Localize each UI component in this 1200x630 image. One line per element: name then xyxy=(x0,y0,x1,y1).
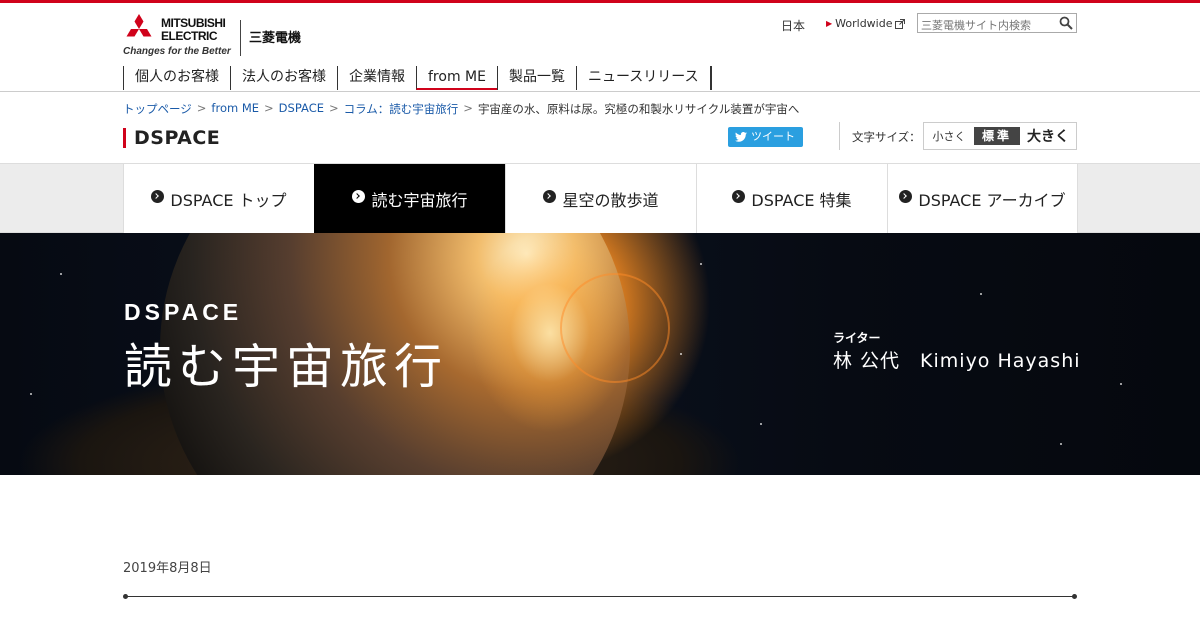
japan-link[interactable]: 日本 xyxy=(781,17,805,34)
logo-text-line2: ELECTRIC xyxy=(161,29,218,43)
star xyxy=(760,423,762,425)
star xyxy=(1120,383,1122,385)
gnav-item-from-me[interactable]: from ME xyxy=(416,66,497,90)
worldwide-label: Worldwide xyxy=(835,17,893,30)
breadcrumb: トップページ > from ME > DSPACE > コラム：読む宇宙旅行 >… xyxy=(123,101,799,117)
header-divider xyxy=(0,91,1200,92)
font-large-button[interactable]: 大きく xyxy=(1020,126,1076,146)
subnav-label: DSPACE アーカイブ xyxy=(918,190,1066,210)
writer-label: ライター xyxy=(833,331,881,345)
worldwide-link[interactable]: ▶ Worldwide xyxy=(826,17,906,30)
search-icon[interactable] xyxy=(1059,16,1073,30)
logo-text-line1: MITSUBISHI xyxy=(161,16,226,30)
chevron-circle-icon xyxy=(151,190,165,203)
three-diamonds-icon xyxy=(126,14,152,37)
breadcrumb-from-me[interactable]: from ME xyxy=(211,101,259,117)
breadcrumb-column[interactable]: コラム：読む宇宙旅行 xyxy=(344,101,459,117)
chevron-circle-icon xyxy=(899,190,913,203)
star xyxy=(1060,443,1062,445)
subnav-label: 星空の散歩道 xyxy=(562,190,659,210)
star xyxy=(680,353,682,355)
writer-name: 林 公代 Kimiyo Hayashi xyxy=(833,350,1081,372)
gnav-end-divider xyxy=(709,66,712,90)
subnav-item-space-travel[interactable]: 読む宇宙旅行 xyxy=(314,164,505,233)
subnav-label: DSPACE トップ xyxy=(170,190,287,210)
font-standard-button[interactable]: 標準 xyxy=(974,127,1020,145)
subnav-item-dspace-top[interactable]: DSPACE トップ xyxy=(123,164,314,233)
triangle-right-icon: ▶ xyxy=(826,19,833,28)
dspace-subnav-bar: DSPACE トップ 読む宇宙旅行 星空の散歩道 DSPACE 特集 DSPAC… xyxy=(0,163,1200,233)
subnav-label: DSPACE 特集 xyxy=(751,190,852,210)
subnav-item-starry-walk[interactable]: 星空の散歩道 xyxy=(505,164,696,233)
breadcrumb-dspace[interactable]: DSPACE xyxy=(279,101,324,117)
subnav-item-feature[interactable]: DSPACE 特集 xyxy=(696,164,887,233)
gnav-item-corporate[interactable]: 企業情報 xyxy=(337,66,416,90)
star xyxy=(30,393,32,395)
star xyxy=(700,263,702,265)
external-link-icon xyxy=(895,18,906,29)
breadcrumb-separator: > xyxy=(196,101,207,115)
breadcrumb-current: 宇宙産の水、原料は尿。究極の和製水リサイクル装置が宇宙へ xyxy=(477,102,800,116)
dspace-subnav: DSPACE トップ 読む宇宙旅行 星空の散歩道 DSPACE 特集 DSPAC… xyxy=(123,164,1078,233)
header-row-divider xyxy=(839,122,840,150)
chevron-circle-icon xyxy=(543,190,557,203)
mitsubishi-electric-logo[interactable]: MITSUBISHI ELECTRIC Changes for the Bett… xyxy=(123,14,303,58)
subnav-item-archive[interactable]: DSPACE アーカイブ xyxy=(887,164,1078,233)
lens-flare-ring xyxy=(560,273,670,383)
hero-banner: DSPACE 読む宇宙旅行 ライター 林 公代 Kimiyo Hayashi xyxy=(0,233,1200,475)
subnav-label: 読む宇宙旅行 xyxy=(371,190,468,210)
font-size-label: 文字サイズ： xyxy=(852,130,921,144)
breadcrumb-top[interactable]: トップページ xyxy=(123,101,192,117)
tweet-label: ツイート xyxy=(751,130,795,143)
logo-divider xyxy=(240,20,241,56)
search-input[interactable] xyxy=(918,16,1054,35)
breadcrumb-separator: > xyxy=(463,101,473,115)
site-search xyxy=(917,13,1077,35)
star xyxy=(980,293,982,295)
gnav-item-business[interactable]: 法人のお客様 xyxy=(230,66,337,90)
chevron-circle-icon xyxy=(732,190,746,203)
logo-japanese-name: 三菱電機 xyxy=(249,31,302,46)
hero-title: 読む宇宙旅行 xyxy=(124,339,449,395)
hero-brand: DSPACE xyxy=(124,299,243,325)
breadcrumb-separator: > xyxy=(329,101,339,115)
twitter-bird-icon xyxy=(735,132,747,142)
article-date: 2019年8月8日 xyxy=(123,561,212,576)
font-small-button[interactable]: 小さく xyxy=(924,128,974,144)
chevron-circle-icon xyxy=(352,190,366,203)
gnav-item-products[interactable]: 製品一覧 xyxy=(496,66,576,90)
logo-tagline: Changes for the Better xyxy=(123,46,231,57)
article-divider xyxy=(123,594,1077,599)
font-size-switcher: 小さく 標準 大きく xyxy=(923,122,1077,150)
gnav-item-news[interactable]: ニュースリリース xyxy=(575,66,710,90)
top-accent-bar xyxy=(0,0,1200,3)
breadcrumb-separator: > xyxy=(264,101,274,115)
tweet-button[interactable]: ツイート xyxy=(728,127,803,147)
star xyxy=(60,273,62,275)
section-title: DSPACE xyxy=(123,128,220,148)
gnav-item-personal[interactable]: 個人のお客様 xyxy=(123,66,230,90)
global-nav: 個人のお客様 法人のお客様 企業情報 from ME 製品一覧 ニュースリリース xyxy=(123,66,712,90)
